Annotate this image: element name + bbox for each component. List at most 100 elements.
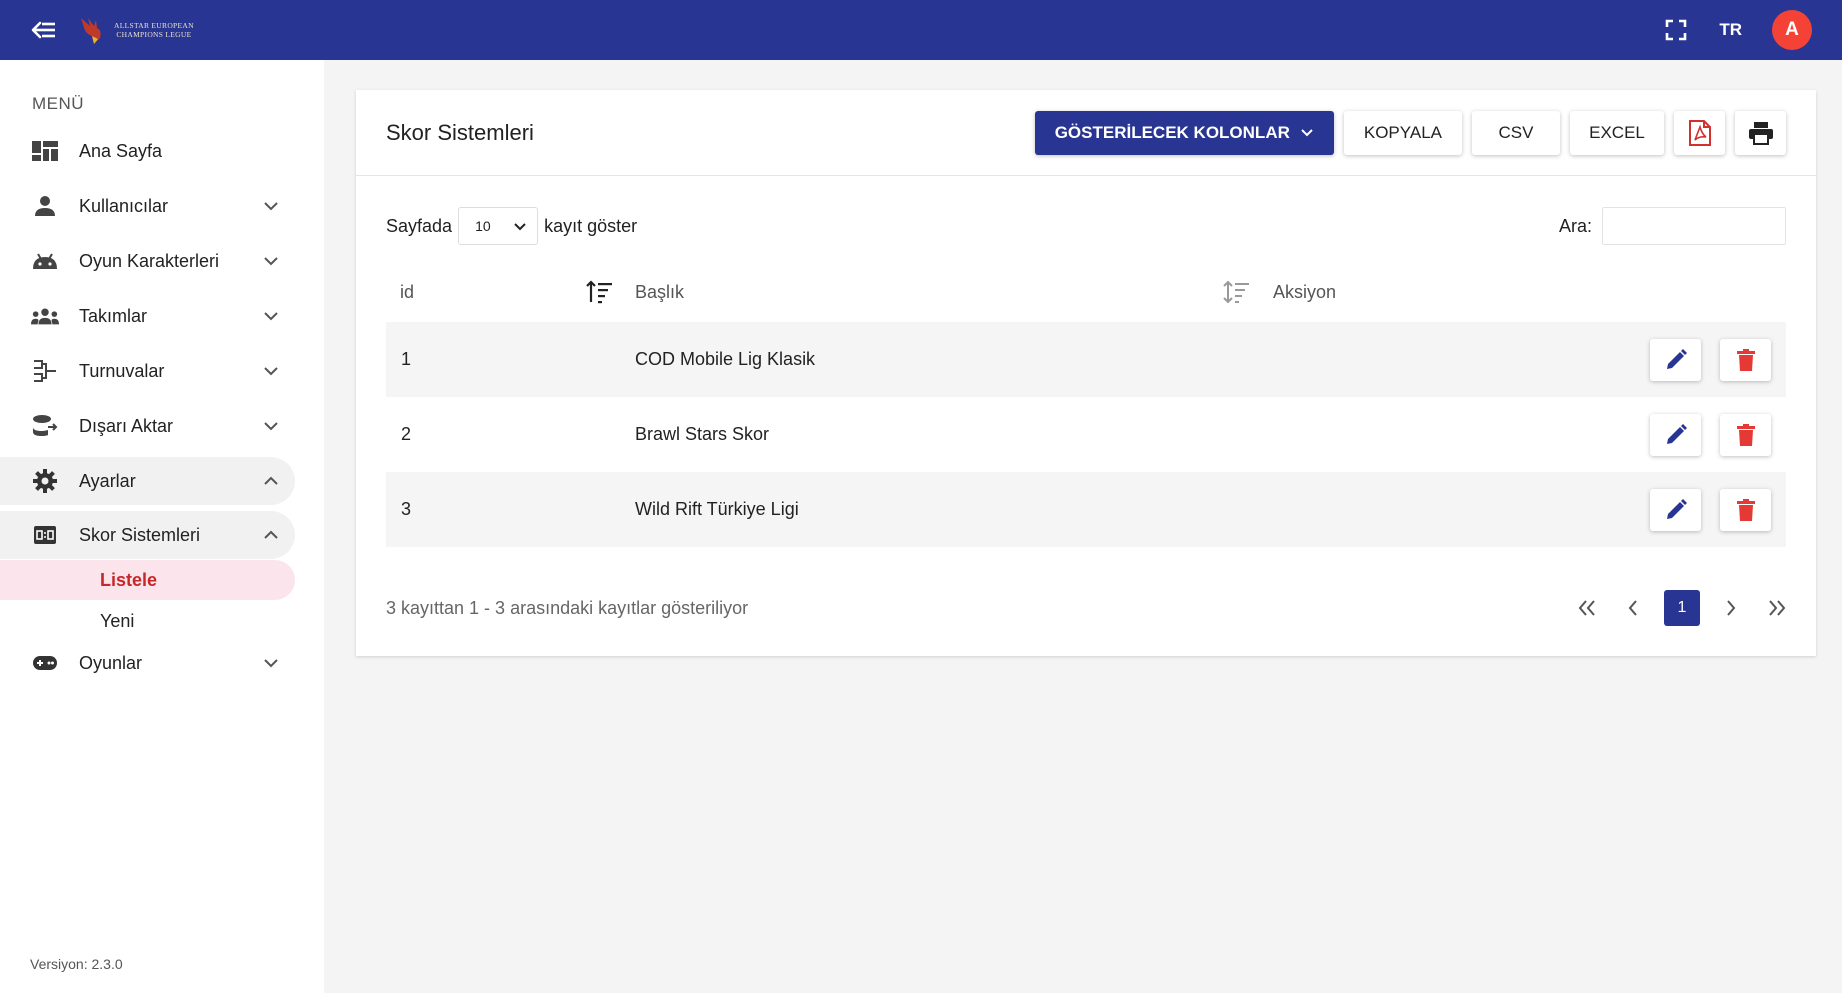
logo-text-line2: CHAMPIONS LEGUE <box>116 30 192 39</box>
sidebar-item-ayarlar[interactable]: Ayarlar <box>0 457 295 505</box>
menu-toggle-button[interactable] <box>22 8 66 52</box>
search-box: Ara: <box>1559 207 1786 245</box>
pencil-icon <box>1666 349 1687 369</box>
double-chevron-right-icon <box>1769 600 1786 616</box>
gamepad-icon <box>31 649 59 677</box>
sidebar-item-turnuvalar[interactable]: Turnuvalar <box>0 347 295 395</box>
cell-id: 3 <box>401 499 412 519</box>
pdf-button[interactable] <box>1674 110 1725 155</box>
column-header-title[interactable]: Başlık <box>635 282 684 303</box>
chevron-down-icon <box>514 223 526 231</box>
sidebar-item-disari-aktar[interactable]: Dışarı Aktar <box>0 402 295 450</box>
sidebar-item-oyunlar[interactable]: Oyunlar <box>0 639 295 687</box>
table-row: 3 Wild Rift Türkiye Ligi <box>386 472 1786 547</box>
pencil-icon <box>1666 499 1687 519</box>
delete-button[interactable] <box>1720 339 1771 381</box>
sidebar-item-label: Takımlar <box>79 305 148 326</box>
dashboard-icon <box>31 137 59 165</box>
table-controls: Sayfada 10 kayıt göster Ara: <box>386 206 1786 246</box>
language-switch[interactable]: TR <box>1719 20 1742 40</box>
sort-ascending-icon[interactable] <box>586 280 614 304</box>
chevron-down-icon <box>264 367 278 376</box>
sidebar-item-label: Ayarlar <box>79 470 136 491</box>
print-button[interactable] <box>1735 110 1786 155</box>
double-chevron-left-icon <box>1578 600 1595 616</box>
sidebar-item-label: Skor Sistemleri <box>79 524 201 545</box>
pagination: 1 <box>1572 590 1792 626</box>
chevron-down-icon <box>1301 128 1313 136</box>
version-label: Versiyon: 2.3.0 <box>30 956 123 972</box>
cell-title: Wild Rift Türkiye Ligi <box>635 499 799 519</box>
fullscreen-icon[interactable] <box>1663 17 1689 43</box>
edit-button[interactable] <box>1650 489 1701 531</box>
sort-neutral-icon[interactable] <box>1223 280 1251 304</box>
pencil-icon <box>1666 424 1687 444</box>
sidebar-subitem-listele[interactable]: Listele <box>0 560 295 600</box>
sidebar-item-label: Oyunlar <box>79 652 143 673</box>
table-row: 1 COD Mobile Lig Klasik <box>386 322 1786 397</box>
chevron-right-icon <box>1727 600 1736 616</box>
search-input[interactable] <box>1602 207 1786 245</box>
sidebar-item-takimlar[interactable]: Takımlar <box>0 292 295 340</box>
copy-button[interactable]: KOPYALA <box>1343 110 1462 155</box>
edit-button[interactable] <box>1650 414 1701 456</box>
trash-icon <box>1736 499 1755 521</box>
sidebar-subitem-label: Listele <box>100 569 158 590</box>
chevron-down-icon <box>264 312 278 321</box>
page-length-value: 10 <box>475 218 491 234</box>
chevron-down-icon <box>264 202 278 211</box>
tournament-bracket-icon <box>31 357 59 385</box>
cell-id: 1 <box>401 349 412 369</box>
sidebar-item-oyun-karakterleri[interactable]: Oyun Karakterleri <box>0 237 295 285</box>
sidebar-item-kullanicilar[interactable]: Kullanıcılar <box>0 182 295 230</box>
sidebar-item-label: Ana Sayfa <box>79 140 163 161</box>
csv-button[interactable]: CSV <box>1472 110 1560 155</box>
previous-page-button[interactable] <box>1618 591 1648 625</box>
delete-button[interactable] <box>1720 489 1771 531</box>
column-header-id[interactable]: id <box>400 282 414 303</box>
chevron-down-icon <box>264 659 278 668</box>
sidebar-item-ana-sayfa[interactable]: Ana Sayfa <box>0 127 295 175</box>
data-table-card: Skor Sistemleri GÖSTERİLECEK KOLONLAR KO… <box>356 90 1816 656</box>
database-export-icon <box>31 412 59 440</box>
sidebar-subitem-label: Yeni <box>100 610 135 631</box>
sidebar-item-skor-sistemleri[interactable]: Skor Sistemleri <box>0 511 295 559</box>
scoreboard-icon <box>31 521 59 549</box>
delete-button[interactable] <box>1720 414 1771 456</box>
cell-title: Brawl Stars Skor <box>635 424 770 444</box>
person-icon <box>31 192 59 220</box>
group-icon <box>31 302 59 330</box>
printer-icon <box>1748 121 1773 145</box>
column-header-action: Aksiyon <box>1273 281 1337 302</box>
page-length-select[interactable]: 10 <box>458 207 539 245</box>
chevron-up-icon <box>264 476 278 485</box>
card-header: Skor Sistemleri GÖSTERİLECEK KOLONLAR KO… <box>356 90 1816 176</box>
logo-text-line1: ALLSTAR EUROPEAN <box>114 21 194 30</box>
chevron-left-icon <box>1628 600 1637 616</box>
sidebar-item-label: Kullanıcılar <box>79 195 169 216</box>
table-toolbar: GÖSTERİLECEK KOLONLAR KOPYALA CSV EXCEL <box>1034 110 1786 155</box>
page-title: Skor Sistemleri <box>386 119 534 145</box>
brand-logo[interactable]: ALLSTAR EUROPEAN CHAMPIONS LEGUE <box>78 14 194 46</box>
chevron-up-icon <box>264 530 278 539</box>
first-page-button[interactable] <box>1572 591 1602 625</box>
next-page-button[interactable] <box>1716 591 1746 625</box>
sidebar-item-label: Oyun Karakterleri <box>79 250 220 271</box>
table-info: 3 kayıttan 1 - 3 arasındaki kayıtlar gös… <box>386 598 749 618</box>
user-avatar[interactable]: A <box>1772 10 1812 50</box>
chevron-down-icon <box>264 257 278 266</box>
page-button-current[interactable]: 1 <box>1664 590 1700 626</box>
sidebar: MENÜ Ana Sayfa Kullanıcılar Oyun Karakte… <box>0 60 324 993</box>
eagle-logo-icon <box>81 18 101 44</box>
column-visibility-button[interactable]: GÖSTERİLECEK KOLONLAR <box>1034 110 1334 155</box>
last-page-button[interactable] <box>1762 591 1792 625</box>
sidebar-subitem-yeni[interactable]: Yeni <box>0 601 295 641</box>
edit-button[interactable] <box>1650 339 1701 381</box>
sidebar-item-label: Dışarı Aktar <box>79 415 174 436</box>
column-visibility-label: GÖSTERİLECEK KOLONLAR <box>1054 122 1290 142</box>
excel-button[interactable]: EXCEL <box>1570 110 1664 155</box>
length-suffix-label: kayıt göster <box>544 215 638 236</box>
trash-icon <box>1736 424 1755 446</box>
table-header: id Başlık Aksiyon <box>386 262 1786 322</box>
search-label: Ara: <box>1558 215 1592 236</box>
